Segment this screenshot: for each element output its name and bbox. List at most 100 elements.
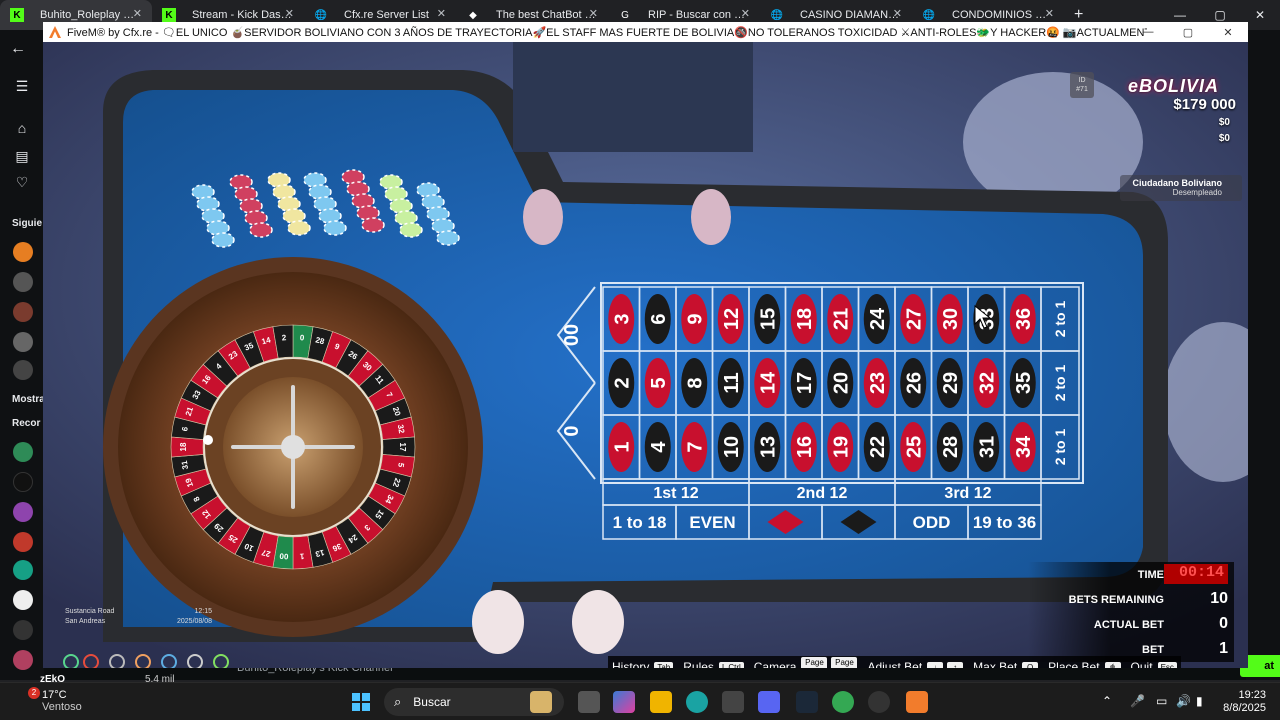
- avatar[interactable]: [13, 242, 33, 262]
- location-display: Sustancia Road San Andreas: [65, 607, 114, 627]
- avatar[interactable]: [13, 302, 33, 322]
- game-viewport[interactable]: 0 28 9 26 30 11 7 20 32 17 5 22 34 15 3 24 36 13 1 00 27 10 25…: [43, 42, 1248, 668]
- tab-title: CASINO DIAMANTE: [800, 9, 900, 21]
- avatar[interactable]: [13, 620, 33, 640]
- control-quit: Quit Esc: [1131, 660, 1177, 668]
- volume-icon[interactable]: 🔊: [1176, 694, 1191, 708]
- avatar[interactable]: [13, 442, 33, 462]
- weather-widget[interactable]: 17°C Ventoso: [20, 689, 82, 713]
- copilot-icon[interactable]: [613, 691, 635, 713]
- menu-icon[interactable]: ☰: [12, 76, 32, 96]
- street-name: Sustancia Road: [65, 608, 115, 615]
- close-button[interactable]: ✕: [1208, 22, 1248, 42]
- game-clock: 12:15 2025/08/08: [177, 607, 212, 627]
- zero-label: 00: [561, 324, 583, 346]
- chevron-up-icon[interactable]: ⌃: [1102, 694, 1112, 708]
- casino-chip: [346, 181, 370, 197]
- number-label: 12: [721, 308, 743, 330]
- obs-icon[interactable]: [868, 691, 890, 713]
- tab-close-icon[interactable]: ✕: [437, 7, 446, 20]
- outside-bet-label: EVEN: [689, 513, 735, 532]
- dealer-hand-left: [523, 189, 563, 245]
- tab-close-icon[interactable]: ✕: [589, 7, 598, 20]
- temperature: 17°C: [42, 689, 67, 701]
- number-label: 20: [830, 372, 852, 394]
- avatar[interactable]: [13, 502, 33, 522]
- control-label: Max Bet: [973, 660, 1018, 668]
- windows-start-icon[interactable]: [352, 693, 370, 711]
- chrome-icon[interactable]: [832, 691, 854, 713]
- voice-indicator-icon: [63, 654, 79, 668]
- zero-label: 0: [561, 425, 583, 436]
- tab-close-icon[interactable]: ✕: [285, 7, 294, 20]
- avatar[interactable]: [13, 472, 33, 492]
- store-icon[interactable]: [722, 691, 744, 713]
- time-label: TIME: [1137, 569, 1164, 581]
- wheel-pocket: 18: [170, 436, 204, 458]
- number-label: 15: [757, 308, 779, 330]
- browse-icon[interactable]: ▤: [12, 146, 32, 166]
- back-arrow-icon[interactable]: ←: [10, 40, 26, 58]
- tab-close-icon[interactable]: ✕: [133, 7, 142, 20]
- network-icon[interactable]: ▭: [1156, 694, 1167, 708]
- search-placeholder: Buscar: [413, 695, 451, 709]
- casino-chip: [201, 208, 225, 224]
- edge-icon[interactable]: [686, 691, 708, 713]
- outside-bet-label: ODD: [913, 513, 951, 532]
- number-label: 5: [648, 377, 670, 388]
- health-status-icon: [83, 654, 99, 668]
- avatar[interactable]: [13, 332, 33, 352]
- time-value: 00:14: [1164, 564, 1228, 584]
- minimize-button[interactable]: —: [1128, 22, 1168, 42]
- discord-icon[interactable]: [758, 691, 780, 713]
- microphone-icon[interactable]: 🎤: [1130, 694, 1145, 708]
- player-hand-right: [572, 590, 624, 654]
- steam-icon[interactable]: [796, 691, 818, 713]
- recommended-label: Recor: [12, 418, 41, 429]
- search-highlight-icon[interactable]: [530, 691, 552, 713]
- kick-logo-icon: K: [10, 8, 24, 22]
- battery-icon[interactable]: ▮: [1196, 694, 1203, 708]
- casino-chip: [244, 210, 268, 226]
- bet-value: 1: [1219, 640, 1228, 657]
- avatar[interactable]: [13, 560, 33, 580]
- casino-chip: [341, 169, 365, 185]
- wheel-pocket: 17: [382, 436, 416, 458]
- home-icon[interactable]: ⌂: [12, 118, 32, 138]
- game-date: 2025/08/08: [177, 618, 213, 625]
- control-adjust-bet: Adjust Bet ↓: [867, 660, 944, 668]
- avatar[interactable]: [13, 532, 33, 552]
- kick-logo-icon: K: [162, 8, 176, 22]
- number-label: 19: [830, 436, 852, 458]
- taskbar-clock[interactable]: 19:23 8/8/2025: [1223, 689, 1266, 715]
- number-label: 4: [648, 441, 670, 453]
- task-view-icon[interactable]: [578, 691, 600, 713]
- key-hint: Tab: [654, 661, 674, 668]
- tab-close-icon[interactable]: ✕: [1045, 7, 1054, 20]
- number-label: 32: [976, 372, 998, 394]
- tab-close-icon[interactable]: ✕: [741, 7, 750, 20]
- casino-chip: [206, 220, 230, 236]
- casino-chip: [303, 172, 327, 188]
- number-label: 21: [830, 308, 852, 330]
- casino-chip: [384, 186, 408, 202]
- tab-close-icon[interactable]: ✕: [893, 7, 902, 20]
- following-icon[interactable]: ♡: [12, 172, 32, 192]
- number-label: 9: [684, 313, 706, 324]
- show-more-label[interactable]: Mostra: [12, 394, 45, 405]
- player-id-label: ID: [1078, 77, 1086, 84]
- number-label: 23: [867, 372, 889, 394]
- maximize-button[interactable]: ▢: [1168, 22, 1208, 42]
- key-hint: ↑: [947, 661, 964, 668]
- avatar[interactable]: [13, 272, 33, 292]
- avatar[interactable]: [13, 360, 33, 380]
- avatar[interactable]: [13, 650, 33, 670]
- key-hint: Esc: [1157, 661, 1177, 668]
- control-max-bet: Max Bet Q: [973, 660, 1039, 668]
- file-explorer-icon[interactable]: [650, 691, 672, 713]
- fivem-window-title: FiveM® by Cfx.re - 🗨EL UNICO 🧉SERVIDOR B…: [67, 26, 1147, 39]
- chatbot-icon: ◆: [469, 9, 477, 21]
- fivem-taskbar-icon[interactable]: [906, 691, 928, 713]
- avatar[interactable]: [13, 590, 33, 610]
- casino-chip: [308, 184, 332, 200]
